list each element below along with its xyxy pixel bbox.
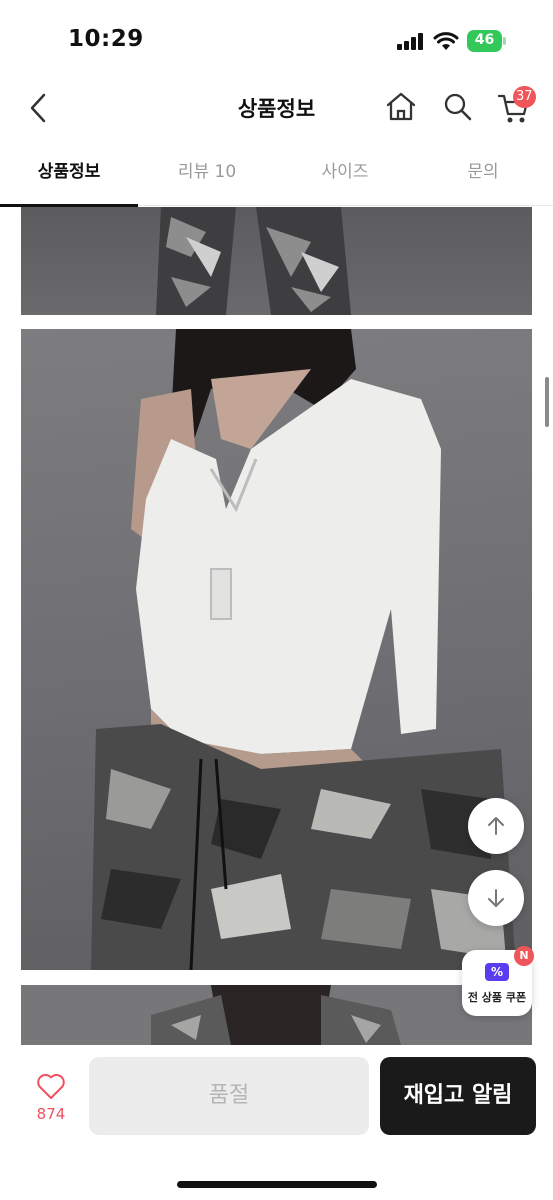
scroll-to-bottom-button[interactable] [468, 870, 524, 926]
arrow-down-icon [488, 889, 504, 907]
tab-product-info[interactable]: 상품정보 [0, 148, 138, 207]
search-icon [444, 93, 472, 121]
header: 상품정보 [0, 80, 553, 136]
like-button[interactable]: 874 [24, 1071, 78, 1127]
heart-icon [37, 1073, 65, 1099]
tab-bar: 상품정보 리뷰 10 사이즈 문의 [0, 148, 553, 207]
product-photo [21, 329, 532, 970]
home-icon [386, 92, 416, 121]
search-button[interactable] [442, 90, 474, 124]
product-photo [21, 207, 532, 315]
battery-icon: 46 [467, 30, 507, 52]
restock-alert-button[interactable]: 재입고 알림 [380, 1057, 536, 1135]
arrow-up-icon [488, 817, 504, 835]
signal-icon [397, 33, 425, 50]
status-bar: 10:29 46 [0, 0, 553, 80]
wifi-icon [433, 32, 459, 50]
cart-count-badge: 37 [513, 86, 536, 108]
product-photo [21, 985, 532, 1045]
scroll-to-top-button[interactable] [468, 798, 524, 854]
soldout-button: 품절 [89, 1057, 369, 1135]
status-time: 10:29 [68, 26, 144, 52]
coupon-icon [485, 963, 509, 981]
bottom-action-bar: 874 품절 재입고 알림 [0, 1045, 553, 1200]
coupon-label: 전 상품 쿠폰 [467, 991, 527, 1004]
like-count: 874 [36, 1105, 66, 1123]
tab-inquiry[interactable]: 문의 [414, 148, 552, 206]
tab-size[interactable]: 사이즈 [276, 148, 414, 206]
new-badge: N [514, 946, 534, 966]
tab-reviews[interactable]: 리뷰 10 [138, 148, 276, 206]
home-button[interactable] [384, 90, 418, 124]
scrollbar[interactable] [545, 377, 549, 427]
battery-level: 46 [474, 32, 495, 48]
home-indicator [177, 1181, 377, 1188]
